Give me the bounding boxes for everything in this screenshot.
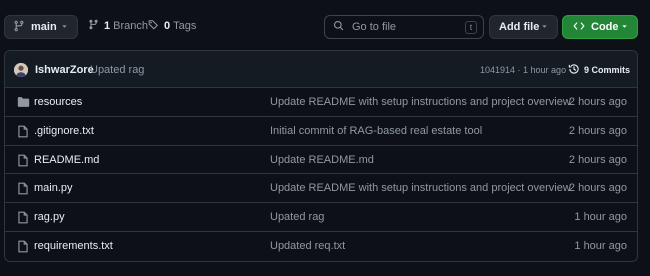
branch-selector-button[interactable]: main — [4, 15, 78, 39]
keyboard-shortcut-hint: t — [465, 21, 477, 34]
file-commit-message[interactable]: Update README with setup instructions an… — [270, 96, 571, 108]
code-icon — [573, 20, 585, 35]
file-commit-time: 1 hour ago — [574, 211, 627, 224]
table-row[interactable]: requirements.txt Updated req.txt 1 hour … — [5, 232, 637, 261]
branch-name: main — [31, 21, 57, 33]
avatar[interactable] — [14, 63, 28, 77]
chevron-down-icon — [540, 22, 549, 34]
file-commit-message[interactable]: Update README.md — [270, 154, 374, 166]
branch-count: 1 — [104, 20, 111, 32]
branches-link[interactable]: 1 Branch — [88, 19, 148, 33]
tag-count: 0 — [164, 20, 171, 32]
table-row[interactable]: rag.py Upated rag 1 hour ago — [5, 203, 637, 232]
commit-author[interactable]: IshwarZore — [35, 64, 94, 76]
file-icon — [17, 240, 29, 256]
file-icon — [17, 211, 29, 227]
file-name[interactable]: requirements.txt — [34, 240, 113, 252]
repo-toolbar: main 1 Branch 0 Tags t Add file — [0, 0, 650, 44]
search-icon — [333, 20, 344, 34]
branch-label: Branch — [113, 20, 148, 32]
commit-message[interactable]: Upated rag — [90, 64, 144, 76]
table-row[interactable]: main.py Update README with setup instruc… — [5, 174, 637, 204]
file-commit-time: 2 hours ago — [568, 153, 627, 166]
file-name[interactable]: rag.py — [34, 211, 65, 223]
add-file-label: Add file — [499, 21, 540, 33]
add-file-button[interactable]: Add file — [489, 15, 558, 39]
folder-icon — [17, 96, 30, 111]
file-name[interactable]: .gitignore.txt — [34, 125, 94, 137]
file-list: resources Update README with setup instr… — [5, 88, 637, 261]
file-commit-time: 2 hours ago — [568, 182, 627, 195]
tag-label: Tags — [173, 20, 197, 32]
file-commit-message[interactable]: Updated req.txt — [270, 240, 345, 252]
go-to-file-search[interactable]: t — [324, 15, 484, 39]
file-commit-time: 2 hours ago — [568, 96, 627, 108]
commit-hash-time[interactable]: 1041914 · 1 hour ago — [480, 65, 566, 75]
commits-link[interactable]: 9 Commits — [568, 63, 630, 77]
file-commit-message[interactable]: Upated rag — [270, 211, 324, 223]
tags-link[interactable]: 0 Tags — [148, 19, 196, 33]
latest-commit-bar: IshwarZore Upated rag 1041914 · 1 hour a… — [5, 51, 637, 88]
chevron-down-icon — [620, 22, 629, 34]
file-commit-time: 2 hours ago — [568, 124, 627, 137]
file-commit-time: 1 hour ago — [574, 239, 627, 252]
chevron-down-icon — [60, 22, 69, 34]
file-icon — [17, 125, 29, 141]
file-icon — [17, 154, 29, 170]
table-row[interactable]: .gitignore.txt Initial commit of RAG-bas… — [5, 117, 637, 146]
code-button[interactable]: Code — [562, 15, 638, 39]
code-label: Code — [591, 21, 619, 33]
file-icon — [17, 182, 29, 198]
table-row[interactable]: README.md Update README.md 2 hours ago — [5, 146, 637, 175]
file-commit-message[interactable]: Update README with setup instructions an… — [270, 182, 571, 194]
git-branch-icon — [88, 19, 99, 33]
commits-count: 9 Commits — [584, 65, 631, 75]
file-commit-message[interactable]: Initial commit of RAG-based real estate … — [270, 125, 482, 137]
search-input[interactable] — [352, 21, 462, 33]
file-table: IshwarZore Upated rag 1041914 · 1 hour a… — [4, 50, 638, 262]
table-row[interactable]: resources Update README with setup instr… — [5, 88, 637, 117]
git-branch-icon — [13, 20, 25, 35]
file-name[interactable]: resources — [34, 96, 82, 108]
tag-icon — [148, 19, 159, 33]
file-name[interactable]: README.md — [34, 154, 99, 166]
file-name[interactable]: main.py — [34, 182, 73, 194]
history-icon — [568, 63, 580, 77]
